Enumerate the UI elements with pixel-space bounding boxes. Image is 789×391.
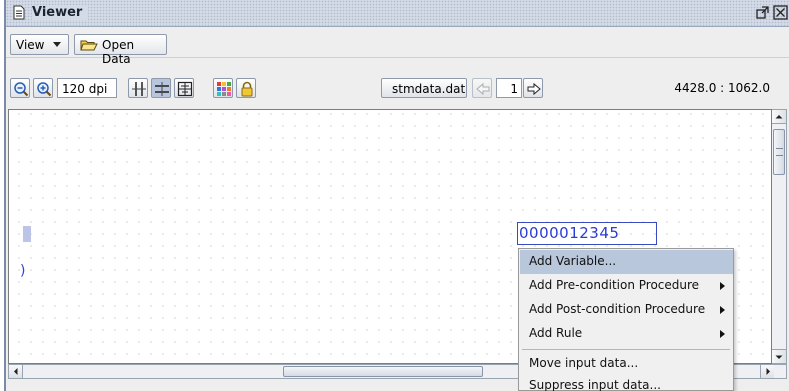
- chevron-right-icon: [766, 368, 770, 375]
- data-file-button[interactable]: stmdata.dat: [381, 78, 467, 98]
- row-layout-button[interactable]: [151, 78, 171, 98]
- menu-item-move-input-data[interactable]: Move input data...: [520, 352, 733, 376]
- chevron-up-icon: [775, 115, 783, 119]
- fit-layout-icon: [177, 81, 193, 97]
- menu-item-label: Add Pre-condition Procedure: [529, 278, 700, 292]
- clipped-field-edge: ): [20, 263, 26, 279]
- cursor-coordinates: 4428.0 : 1062.0: [674, 81, 770, 95]
- chevron-down-icon: [775, 355, 783, 359]
- menu-item-add-rule[interactable]: Add Rule: [520, 322, 733, 346]
- menu-item-label: Add Rule: [529, 326, 583, 340]
- context-menu: Add Variable... Add Pre-condition Proced…: [518, 248, 734, 391]
- maximize-icon[interactable]: [754, 4, 771, 21]
- view-dropdown-label: View: [16, 38, 45, 52]
- submenu-arrow-icon: [720, 330, 725, 338]
- data-field-value: 0000012345: [519, 224, 620, 242]
- menu-separator: [522, 349, 730, 350]
- selection-marker[interactable]: [23, 226, 31, 242]
- page-number: 1: [510, 82, 518, 96]
- menu-item-add-variable[interactable]: Add Variable...: [520, 250, 733, 274]
- menu-item-add-post-condition-procedure[interactable]: Add Post-condition Procedure: [520, 298, 733, 322]
- next-page-button[interactable]: [523, 78, 543, 98]
- menu-row: View Open Data: [6, 29, 789, 66]
- arrow-left-icon: [476, 82, 490, 96]
- menu-item-label: Add Variable...: [529, 254, 617, 268]
- arrow-right-icon: [527, 82, 541, 96]
- horizontal-scroll-thumb[interactable]: [283, 366, 483, 377]
- viewer-window: Viewer View Open Data 120 dpi stmdata.da…: [4, 0, 789, 391]
- open-data-button[interactable]: Open Data: [74, 34, 167, 66]
- scroll-up-button[interactable]: [772, 110, 786, 124]
- previous-page-button[interactable]: [472, 78, 492, 98]
- zoom-out-icon: [14, 82, 29, 97]
- zoom-in-icon: [37, 82, 52, 97]
- view-dropdown[interactable]: View: [10, 34, 69, 55]
- dpi-value: 120 dpi: [62, 82, 108, 96]
- submenu-arrow-icon: [720, 306, 725, 314]
- chevron-down-icon: [53, 42, 61, 47]
- folder-open-icon: [80, 40, 98, 51]
- column-layout-button[interactable]: [128, 78, 148, 98]
- scroll-right-button[interactable]: [760, 365, 774, 378]
- menu-item-add-pre-condition-procedure[interactable]: Add Pre-condition Procedure: [520, 274, 733, 298]
- close-icon[interactable]: [772, 4, 789, 21]
- data-field[interactable]: 0000012345: [517, 222, 657, 245]
- title-bar[interactable]: Viewer: [6, 0, 789, 27]
- zoom-in-button[interactable]: [33, 78, 53, 98]
- column-layout-icon: [132, 82, 146, 96]
- vertical-scroll-thumb[interactable]: [773, 129, 785, 175]
- row-layout-icon: [155, 82, 169, 96]
- color-palette-icon: [217, 82, 231, 96]
- scroll-down-button[interactable]: [772, 349, 786, 363]
- color-palette-button[interactable]: [213, 78, 233, 98]
- document-icon: [13, 5, 25, 20]
- submenu-arrow-icon: [720, 282, 725, 290]
- menu-item-suppress-input-data[interactable]: Suppress input data...: [520, 374, 733, 391]
- fit-layout-button[interactable]: [174, 78, 194, 98]
- window-title: Viewer: [32, 5, 89, 20]
- lock-button[interactable]: [236, 78, 256, 98]
- open-data-label: Open Data: [102, 38, 135, 66]
- zoom-out-button[interactable]: [10, 78, 30, 98]
- menu-item-label: Move input data...: [529, 356, 639, 370]
- menu-item-label: Suppress input data...: [529, 378, 661, 391]
- chevron-left-icon: [14, 368, 18, 375]
- toolbar: 120 dpi stmdata.dat 1 4428.0: 1062.0: [6, 76, 789, 102]
- scroll-left-button[interactable]: [9, 365, 23, 378]
- vertical-scrollbar[interactable]: [772, 109, 787, 364]
- lock-icon: [241, 81, 253, 97]
- dpi-field[interactable]: 120 dpi: [57, 78, 117, 98]
- page-number-input[interactable]: 1: [496, 78, 522, 98]
- data-file-name: stmdata.dat: [392, 82, 466, 96]
- menu-item-label: Add Post-condition Procedure: [529, 302, 706, 316]
